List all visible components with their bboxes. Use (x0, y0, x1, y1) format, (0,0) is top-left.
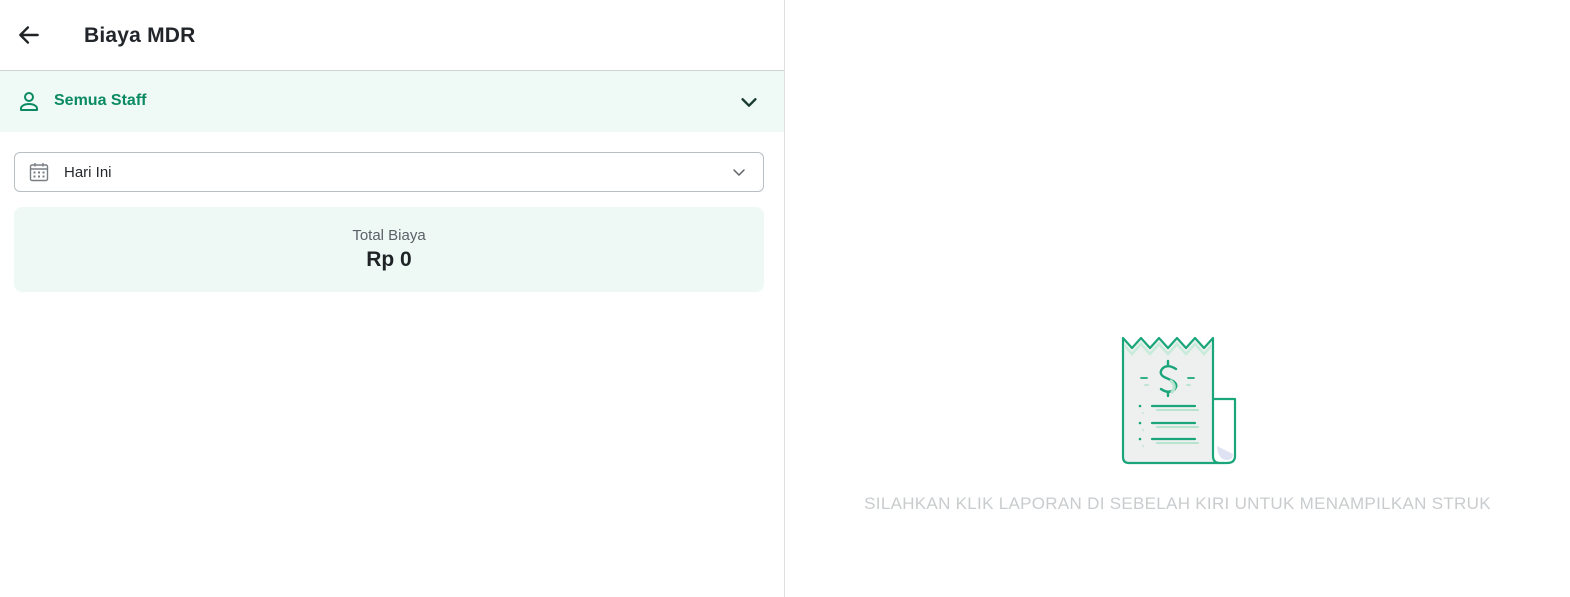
total-fee-value: Rp 0 (366, 248, 412, 271)
receipt-dollar-icon (1121, 336, 1237, 465)
staff-filter-dropdown[interactable]: Semua Staff (0, 71, 784, 132)
arrow-left-icon (19, 26, 39, 44)
page-header: Biaya MDR (0, 0, 784, 71)
back-button[interactable] (14, 20, 44, 50)
person-icon (20, 92, 38, 111)
total-fee-label: Total Biaya (352, 227, 426, 244)
page-title: Biaya MDR (84, 24, 196, 47)
calendar-icon (29, 163, 49, 182)
app-root: Biaya MDR Semua Staff Hari Ini Total Bia… (0, 0, 1570, 597)
total-fee-card: Total Biaya Rp 0 (14, 207, 764, 292)
staff-filter-label: Semua Staff (54, 92, 147, 109)
chevron-down-icon (741, 98, 757, 107)
report-list-panel: Biaya MDR Semua Staff Hari Ini Total Bia… (0, 0, 785, 597)
chevron-down-icon (733, 169, 745, 176)
date-range-label: Hari Ini (64, 164, 112, 181)
date-range-select[interactable]: Hari Ini (14, 152, 764, 192)
empty-state-message: SILAHKAN KLIK LAPORAN DI SEBELAH KIRI UN… (864, 494, 1491, 513)
receipt-preview-panel: SILAHKAN KLIK LAPORAN DI SEBELAH KIRI UN… (785, 0, 1570, 597)
